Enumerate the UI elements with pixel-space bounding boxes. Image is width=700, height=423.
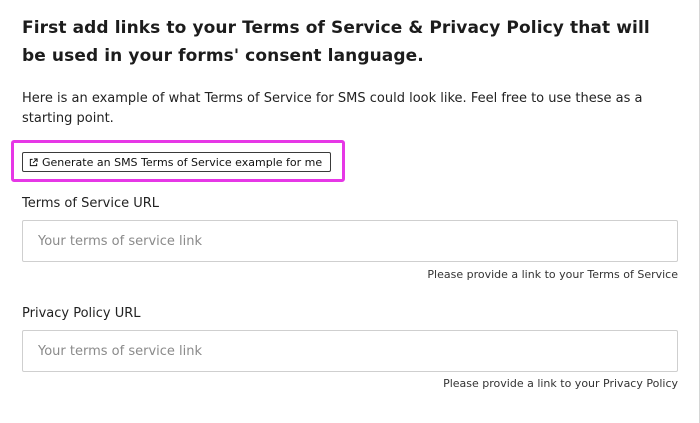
privacy-url-input[interactable] [22, 330, 678, 372]
consent-links-panel: First add links to your Terms of Service… [0, 0, 700, 423]
terms-url-label: Terms of Service URL [22, 196, 160, 211]
terms-url-helper: Please provide a link to your Terms of S… [427, 268, 678, 281]
terms-url-input[interactable] [22, 220, 678, 262]
external-link-icon [29, 157, 38, 167]
page-heading: First add links to your Terms of Service… [22, 18, 650, 66]
generate-button-label: Generate an SMS Terms of Service example… [42, 155, 323, 169]
generate-sms-terms-button[interactable]: Generate an SMS Terms of Service example… [22, 152, 332, 172]
privacy-url-helper: Please provide a link to your Privacy Po… [443, 377, 678, 390]
intro-text: Here is an example of what Terms of Serv… [22, 91, 643, 126]
privacy-url-label: Privacy Policy URL [22, 306, 141, 321]
